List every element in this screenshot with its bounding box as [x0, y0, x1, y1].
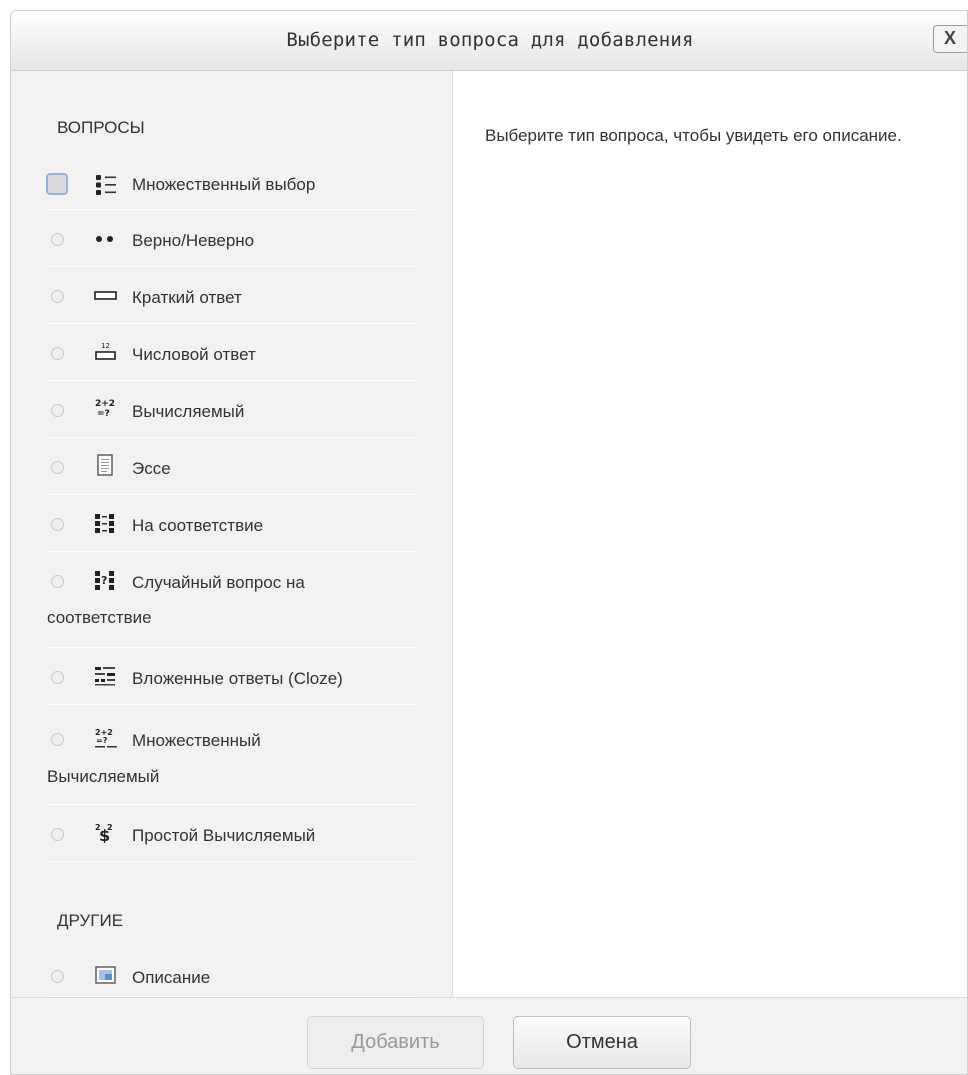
description-panel: Выберите тип вопроса, чтобы увидеть его …: [453, 71, 967, 997]
radio-match[interactable]: [51, 518, 64, 531]
calculatedsimple-icon: 2 2 $: [95, 823, 113, 843]
dialog-title: Выберите тип вопроса для добавления: [286, 29, 694, 51]
label-calculated: Вычисляемый: [132, 402, 245, 421]
match-icon: [95, 514, 114, 533]
label-essay: Эссе: [132, 459, 171, 478]
description-text: Выберите тип вопроса, чтобы увидеть его …: [485, 126, 902, 145]
cloze-icon: [95, 667, 115, 686]
radio-truefalse[interactable]: [51, 233, 64, 246]
close-button[interactable]: X: [933, 25, 967, 53]
option-multichoice[interactable]: Множественный выбор: [46, 159, 416, 210]
label-description: Описание: [132, 968, 211, 987]
radio-randomsamatch[interactable]: [51, 575, 64, 588]
option-randomsamatch[interactable]: ? Случайный вопрос на соответствие: [47, 552, 416, 648]
add-button[interactable]: Добавить: [307, 1016, 484, 1069]
label-randomsamatch-line2: соответствие: [47, 608, 152, 627]
label-match: На соответствие: [132, 516, 264, 535]
calculated-icon: 2+2 =?: [95, 399, 115, 419]
radio-multichoice[interactable]: [46, 173, 68, 195]
close-icon: X: [944, 28, 957, 48]
radio-cloze[interactable]: [51, 671, 64, 684]
radio-calculatedsimple[interactable]: [51, 828, 64, 841]
svg-text:?: ?: [101, 574, 107, 587]
radio-shortanswer[interactable]: [51, 290, 64, 303]
question-chooser-dialog: Выберите тип вопроса для добавления X ВО…: [10, 10, 968, 1075]
label-randomsamatch-line1: Случайный вопрос на: [132, 573, 305, 592]
radio-numerical[interactable]: [51, 347, 64, 360]
dialog-titlebar: Выберите тип вопроса для добавления X: [11, 11, 967, 71]
cancel-button[interactable]: Отмена: [513, 1016, 691, 1069]
description-icon: [95, 966, 116, 984]
option-shortanswer[interactable]: Краткий ответ: [47, 267, 416, 324]
calculatedmulti-icon: 2+2 =?: [95, 728, 117, 748]
svg-text:12: 12: [101, 342, 110, 350]
label-multichoice: Множественный выбор: [132, 175, 316, 194]
svg-text:$: $: [99, 826, 110, 843]
option-cloze[interactable]: Вложенные ответы (Cloze): [47, 648, 416, 705]
question-type-list: ВОПРОСЫ Множественный выбор Верно/Неверн…: [11, 71, 453, 997]
multichoice-icon: [96, 175, 116, 195]
section-heading-other: ДРУГИЕ: [57, 911, 124, 930]
label-numerical: Числовой ответ: [132, 345, 256, 364]
label-cloze: Вложенные ответы (Cloze): [132, 669, 343, 688]
label-calculatedmulti-line2: Вычисляемый: [47, 767, 160, 786]
svg-text:=?: =?: [97, 409, 110, 419]
shortanswer-icon: [94, 291, 117, 300]
radio-description[interactable]: [51, 970, 64, 983]
svg-text:2+2: 2+2: [95, 399, 115, 409]
option-calculated[interactable]: 2+2 =? Вычисляемый: [47, 381, 416, 438]
label-calculatedsimple: Простой Вычисляемый: [132, 826, 316, 845]
label-shortanswer: Краткий ответ: [132, 288, 242, 307]
radio-essay[interactable]: [51, 461, 64, 474]
option-match[interactable]: На соответствие: [47, 495, 416, 552]
label-calculatedmulti-line1: Множественный: [132, 731, 261, 750]
section-heading-questions: ВОПРОСЫ: [57, 118, 145, 137]
radio-calculatedmulti[interactable]: [51, 733, 64, 746]
option-calculatedsimple[interactable]: 2 2 $ Простой Вычисляемый: [47, 805, 416, 862]
truefalse-icon: [96, 236, 113, 242]
svg-text:=?: =?: [96, 736, 108, 745]
essay-icon: [97, 454, 113, 476]
option-truefalse[interactable]: Верно/Неверно: [47, 210, 416, 267]
option-calculatedmulti[interactable]: 2+2 =? Множественный Вычисляемый: [47, 705, 416, 805]
option-essay[interactable]: Эссе: [47, 438, 416, 495]
dialog-footer: Добавить Отмена: [11, 997, 967, 1074]
label-truefalse: Верно/Неверно: [132, 231, 255, 250]
radio-calculated[interactable]: [51, 404, 64, 417]
randomsamatch-icon: ?: [95, 571, 114, 590]
option-description[interactable]: Описание: [47, 947, 416, 997]
numerical-icon: 12: [95, 342, 116, 360]
option-numerical[interactable]: 12 Числовой ответ: [47, 324, 416, 381]
